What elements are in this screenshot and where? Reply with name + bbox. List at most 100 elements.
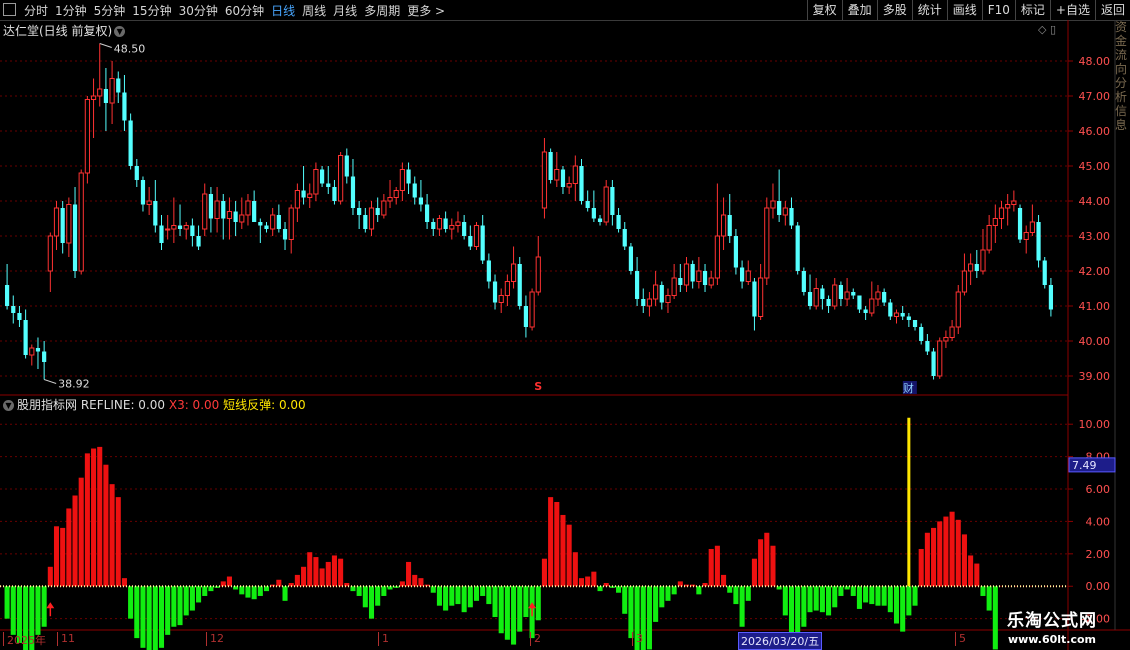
kline-chart[interactable]: 48.00 47.00 46.00 45.00 44.00 43.00 42.00 41.00… bbox=[0, 0, 1130, 650]
candle-body bbox=[622, 229, 627, 247]
candle-body bbox=[134, 166, 139, 180]
indicator-bar bbox=[202, 586, 208, 596]
candle-body bbox=[665, 295, 671, 303]
candle-body bbox=[42, 351, 47, 362]
indicator-bar bbox=[893, 586, 900, 624]
indicator-bar bbox=[338, 558, 344, 587]
candle-body bbox=[159, 225, 164, 243]
candle-body bbox=[486, 260, 491, 282]
date-label: 2 bbox=[530, 632, 541, 646]
candle-body bbox=[931, 351, 936, 376]
stock-title: 达仁堂(日线 前复权) bbox=[3, 24, 113, 38]
candle-body bbox=[29, 347, 35, 356]
indicator-bar bbox=[418, 578, 424, 587]
indicator-bar bbox=[257, 586, 263, 596]
side-strip-char: 信 bbox=[1115, 104, 1128, 118]
indicator-bar bbox=[331, 555, 337, 587]
max-pointer bbox=[99, 43, 112, 48]
indicator-bar bbox=[41, 586, 47, 627]
indicator-bar bbox=[955, 519, 961, 587]
indicator-bar bbox=[84, 453, 90, 587]
diamond-icon[interactable]: ◇ bbox=[1038, 23, 1046, 36]
indicator-bar bbox=[770, 545, 776, 587]
indicator-bar bbox=[91, 448, 97, 587]
max-price-label: 48.50 bbox=[114, 43, 146, 56]
indicator-menu-icon[interactable]: ▼ bbox=[3, 400, 14, 411]
indicator-bar bbox=[906, 586, 912, 616]
candle-body bbox=[653, 284, 659, 300]
indicator-bar bbox=[758, 539, 764, 587]
pane-controls: ◇ ▯ bbox=[1038, 23, 1056, 36]
candle-body bbox=[128, 120, 133, 166]
candle-body bbox=[214, 200, 220, 219]
date-label: 1 bbox=[378, 632, 389, 646]
indicator-bar bbox=[66, 508, 72, 587]
indicator-bar bbox=[745, 586, 751, 601]
indicator-bar bbox=[801, 586, 807, 627]
indicator-bar bbox=[115, 497, 121, 587]
candle-body bbox=[863, 309, 868, 313]
candle-body bbox=[912, 320, 918, 327]
indicator-bar bbox=[97, 446, 103, 587]
indicator-bar bbox=[937, 521, 943, 587]
candle-body bbox=[770, 200, 776, 209]
candle-body bbox=[326, 183, 331, 187]
candle-body bbox=[888, 302, 893, 317]
cursor-date-label: 2026/03/20/五 bbox=[738, 632, 823, 650]
indicator-bar bbox=[245, 586, 251, 598]
watermark-url: www.60lt.com bbox=[1007, 633, 1097, 646]
candle-body bbox=[1023, 232, 1029, 240]
candle-body bbox=[190, 225, 195, 236]
indicator-bar bbox=[523, 586, 529, 618]
candle-body bbox=[832, 284, 838, 307]
watermark-title: 乐淘公式网 bbox=[1007, 611, 1097, 631]
indicator-bar bbox=[294, 574, 300, 587]
candle-body bbox=[84, 99, 90, 174]
indicator-bar bbox=[591, 571, 597, 587]
side-info-strip: 资金流向分析信息 bbox=[1115, 20, 1130, 630]
candle-body bbox=[535, 256, 541, 293]
indicator-bar bbox=[276, 579, 282, 587]
candle-body bbox=[363, 215, 368, 229]
indicator-bar bbox=[412, 574, 418, 587]
indicator-bar bbox=[406, 561, 412, 587]
candle-body bbox=[418, 197, 424, 205]
candle-body bbox=[319, 169, 325, 184]
indicator-field-0: REFLINE: 0.00 bbox=[80, 398, 166, 412]
candle-body bbox=[66, 204, 72, 244]
indicator-bar bbox=[653, 586, 659, 622]
indicator-bar bbox=[103, 464, 109, 587]
candle-body bbox=[529, 291, 535, 328]
indicator-bar bbox=[714, 545, 720, 587]
finance-marker: 财 bbox=[903, 381, 914, 395]
indicator-bar bbox=[307, 552, 313, 587]
indicator-bar bbox=[35, 586, 41, 635]
candle-body bbox=[1036, 222, 1041, 261]
indicator-bar bbox=[10, 586, 16, 635]
candle-body bbox=[233, 211, 238, 222]
indicator-bar bbox=[819, 586, 825, 613]
window-icon[interactable]: ▯ bbox=[1050, 23, 1056, 36]
dropdown-icon[interactable]: ▼ bbox=[114, 26, 126, 37]
indicator-bar bbox=[239, 586, 245, 595]
indicator-bar bbox=[881, 586, 887, 606]
date-label: 5 bbox=[955, 632, 966, 646]
candle-body bbox=[498, 295, 504, 303]
indicator-bar bbox=[924, 532, 930, 587]
candle-body bbox=[301, 190, 306, 198]
indicator-bar bbox=[968, 555, 974, 587]
candle-body bbox=[597, 218, 603, 222]
indicator-bar bbox=[486, 586, 492, 605]
side-strip-char: 分 bbox=[1115, 76, 1128, 90]
candle-body bbox=[338, 155, 344, 202]
candle-body bbox=[510, 263, 517, 282]
candle-body bbox=[468, 236, 473, 247]
indicator-field-1: X3: 0.00 bbox=[165, 398, 220, 412]
candle-body bbox=[758, 277, 764, 317]
indicator-bar bbox=[912, 586, 918, 606]
indicator-bar bbox=[665, 586, 671, 601]
candle-body bbox=[820, 288, 825, 299]
indicator-bar bbox=[60, 527, 66, 587]
candle-body bbox=[937, 340, 943, 377]
candle-body bbox=[968, 263, 974, 272]
